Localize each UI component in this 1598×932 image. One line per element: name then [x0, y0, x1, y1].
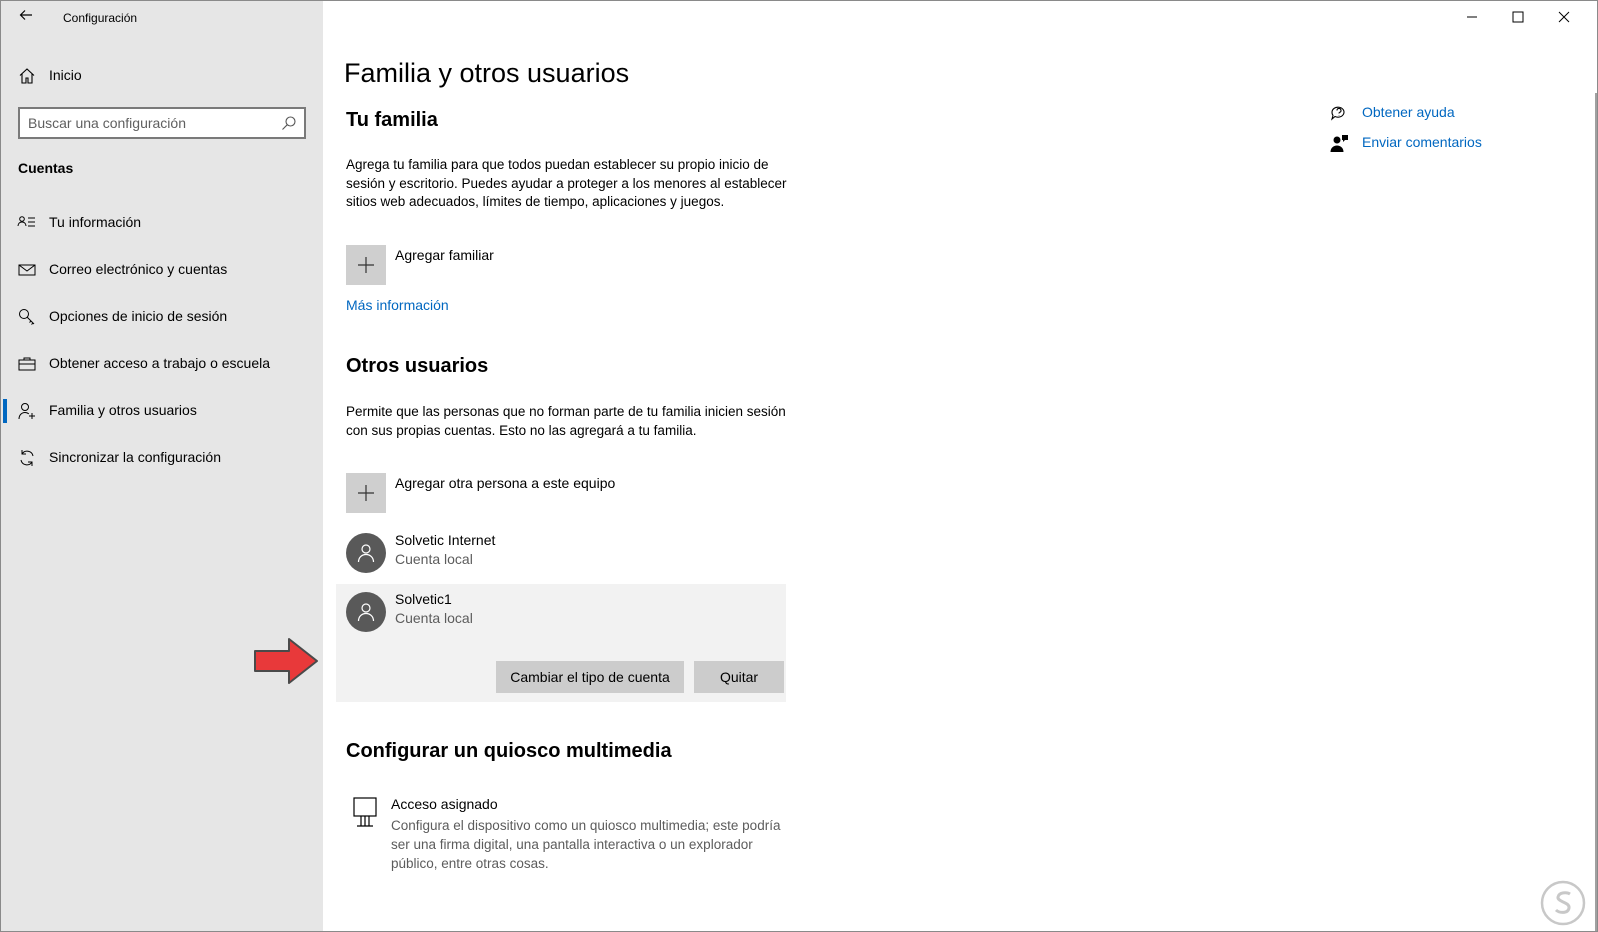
- sidebar-item-inicio-sesion[interactable]: Opciones de inicio de sesión: [1, 297, 323, 337]
- add-family-button[interactable]: Agregar familiar: [346, 245, 786, 285]
- avatar: [346, 592, 386, 632]
- assigned-access-description: Configura el dispositivo como un quiosco…: [391, 818, 781, 871]
- search-input[interactable]: [28, 114, 273, 132]
- active-indicator: [3, 399, 7, 423]
- page-title: Familia y otros usuarios: [344, 58, 630, 88]
- briefcase-icon: [17, 354, 37, 374]
- app-title: Configuración: [63, 11, 138, 25]
- nav-home-label: Inicio: [49, 67, 82, 83]
- feedback-icon: [1329, 133, 1349, 153]
- main-content: Familia y otros usuarios Tu familia Agre…: [323, 1, 1597, 931]
- kiosk-heading: Configurar un quiosco multimedia: [346, 740, 672, 762]
- person-icon: [357, 544, 375, 563]
- sync-icon: [17, 448, 37, 468]
- title-bar: Configuración: [1, 1, 323, 35]
- sidebar-item-tu-informacion[interactable]: Tu información: [1, 203, 323, 243]
- sidebar-item-correo[interactable]: Correo electrónico y cuentas: [1, 250, 323, 290]
- get-help-link[interactable]: Obtener ayuda: [1329, 102, 1529, 124]
- add-other-person-label: Agregar otra persona a este equipo: [395, 475, 616, 491]
- sidebar-item-trabajo-escuela[interactable]: Obtener acceso a trabajo o escuela: [1, 344, 323, 384]
- watermark-logo: [1540, 880, 1586, 926]
- key-icon: [17, 307, 37, 327]
- home-icon: [18, 67, 36, 85]
- sidebar-item-familia[interactable]: Familia y otros usuarios: [1, 391, 323, 431]
- scrollbar-thumb[interactable]: [1595, 93, 1597, 931]
- assigned-access-title: Acceso asignado: [391, 796, 498, 812]
- more-info-link[interactable]: Más información: [346, 297, 449, 313]
- close-icon[interactable]: [1541, 1, 1587, 35]
- user-row-solvetic-internet[interactable]: Solvetic Internet Cuenta local: [346, 530, 786, 576]
- change-account-type-button[interactable]: Cambiar el tipo de cuenta: [496, 661, 684, 693]
- get-help-label: Obtener ayuda: [1362, 104, 1455, 120]
- user-account-type: Cuenta local: [395, 551, 473, 567]
- family-description: Agrega tu familia para que todos puedan …: [346, 157, 787, 209]
- user-row-solvetic1[interactable]: Solvetic1 Cuenta local: [346, 589, 786, 635]
- sidebar: Configuración Inicio Cuentas Tu informac…: [1, 1, 323, 931]
- search-box[interactable]: [18, 107, 306, 139]
- back-arrow-icon[interactable]: [15, 7, 37, 29]
- sidebar-item-label: Sincronizar la configuración: [49, 449, 221, 465]
- send-feedback-link[interactable]: Enviar comentarios: [1329, 132, 1529, 154]
- others-description: Permite que las personas que no forman p…: [346, 404, 786, 438]
- sidebar-item-label: Opciones de inicio de sesión: [49, 308, 228, 324]
- maximize-icon[interactable]: [1495, 1, 1541, 35]
- person-icon: [357, 603, 375, 622]
- sidebar-item-label: Tu información: [49, 214, 142, 230]
- kiosk-icon: [351, 796, 379, 832]
- plus-icon: [346, 473, 386, 513]
- search-icon[interactable]: [281, 115, 297, 131]
- nav-home[interactable]: Inicio: [1, 59, 323, 93]
- minimize-icon[interactable]: [1449, 1, 1495, 35]
- add-family-label: Agregar familiar: [395, 247, 494, 263]
- send-feedback-label: Enviar comentarios: [1362, 134, 1482, 150]
- assigned-access-item[interactable]: Acceso asignado Configura el dispositivo…: [346, 796, 796, 886]
- sidebar-item-label: Correo electrónico y cuentas: [49, 261, 228, 277]
- window-controls: [1449, 1, 1597, 35]
- family-heading: Tu familia: [346, 109, 438, 131]
- person-add-icon: [17, 401, 37, 421]
- user-name: Solvetic Internet: [395, 532, 496, 548]
- help-chat-icon: [1329, 103, 1349, 123]
- plus-icon: [346, 245, 386, 285]
- contact-card-icon: [17, 213, 37, 233]
- red-arrow-icon: [254, 638, 318, 684]
- remove-button[interactable]: Quitar: [694, 661, 784, 693]
- sidebar-item-label: Obtener acceso a trabajo o escuela: [49, 355, 271, 371]
- add-other-person-button[interactable]: Agregar otra persona a este equipo: [346, 473, 786, 513]
- avatar: [346, 533, 386, 573]
- mail-icon: [17, 260, 37, 280]
- sidebar-item-label: Familia y otros usuarios: [49, 402, 197, 418]
- settings-window: Configuración Inicio Cuentas Tu informac…: [0, 0, 1598, 932]
- user-name: Solvetic1: [395, 591, 452, 607]
- user-account-type: Cuenta local: [395, 610, 473, 626]
- others-heading: Otros usuarios: [346, 355, 489, 377]
- scrollbar[interactable]: [1591, 93, 1597, 931]
- sidebar-item-sincronizar[interactable]: Sincronizar la configuración: [1, 438, 323, 478]
- section-label: Cuentas: [18, 160, 74, 176]
